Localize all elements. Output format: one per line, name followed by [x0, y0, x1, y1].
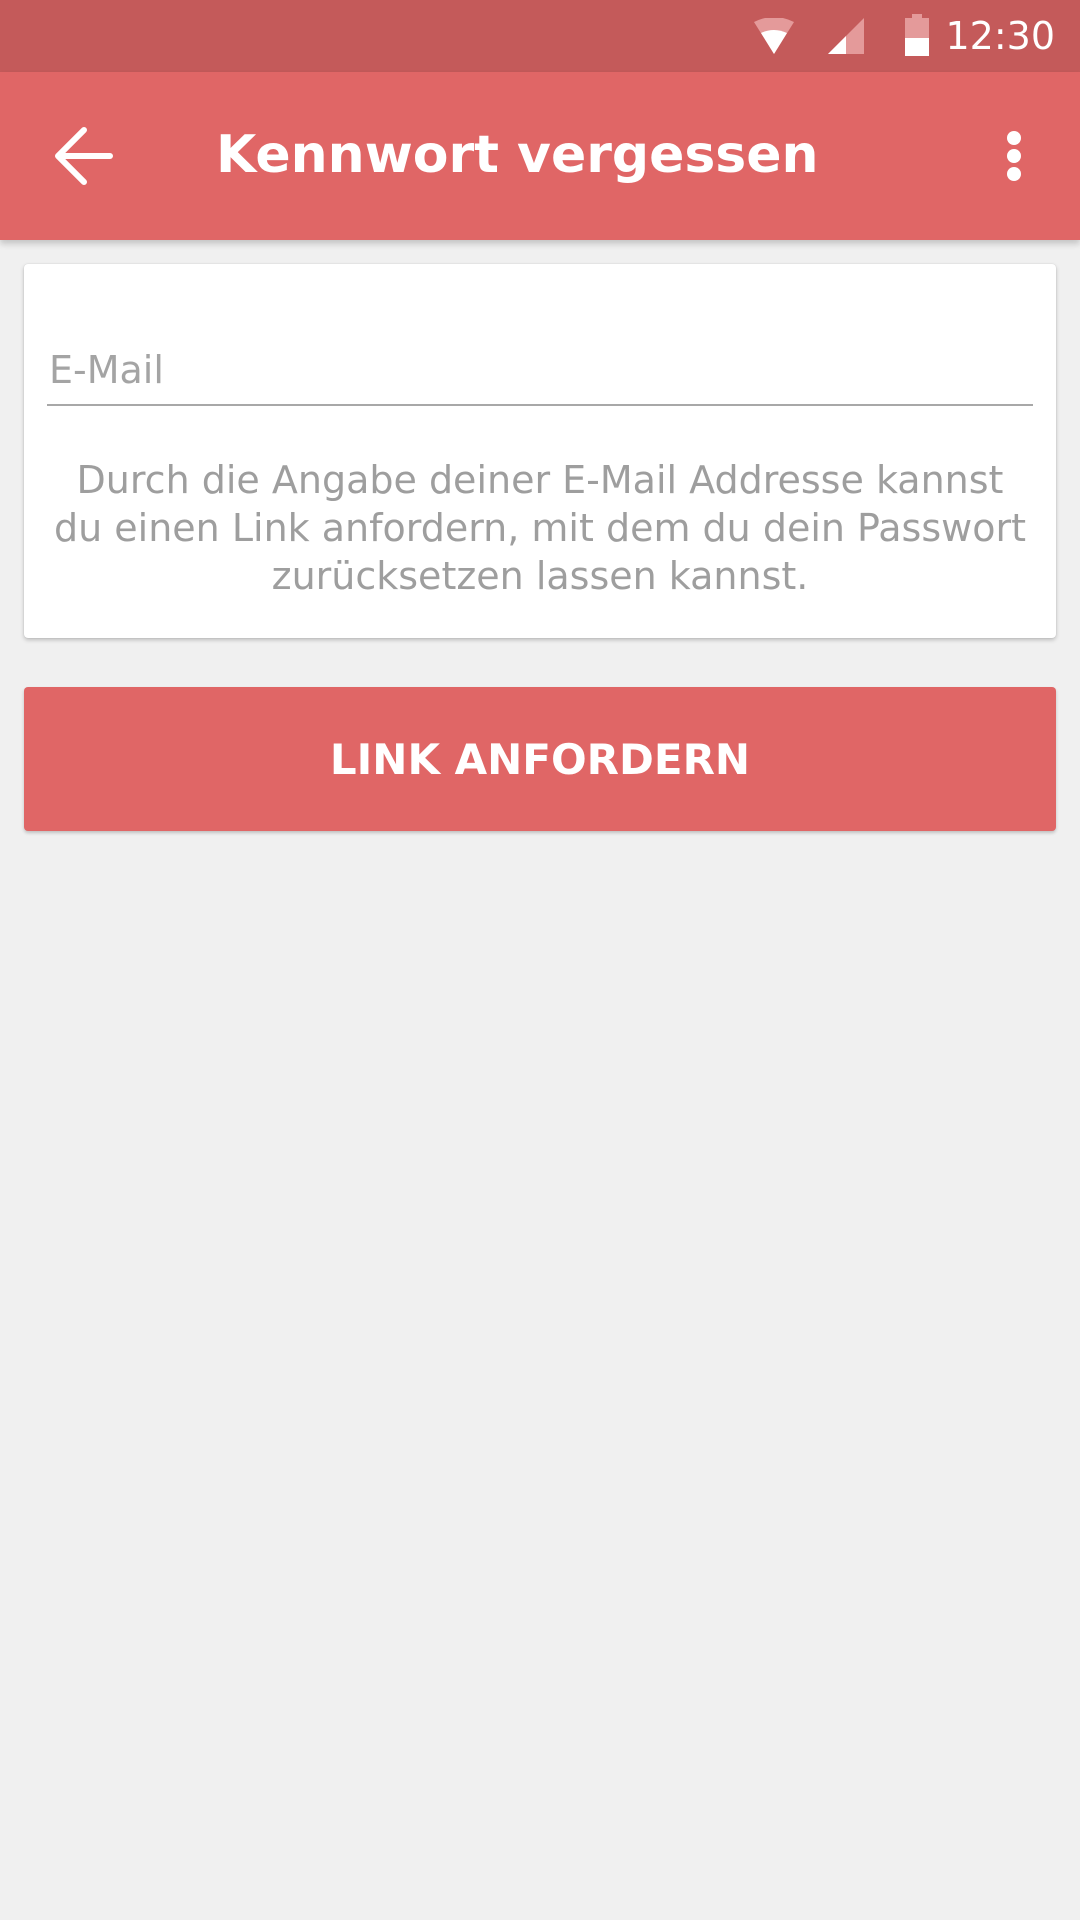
more-vert-icon [1007, 131, 1021, 181]
hint-text: Durch die Angabe deiner E-Mail Addresse … [54, 458, 1026, 598]
cellular-signal-icon [828, 18, 864, 54]
app-bar: Kennwort vergessen [0, 72, 1080, 240]
request-link-button[interactable]: LINK ANFORDERN [24, 687, 1056, 831]
page-title: Kennwort vergessen [216, 125, 819, 185]
email-field[interactable] [47, 336, 1033, 406]
battery-icon [905, 14, 929, 56]
status-time: 12:30 [945, 14, 1055, 58]
wifi-icon [754, 18, 794, 54]
form-card: Durch die Angabe deiner E-Mail Addresse … [24, 264, 1056, 638]
arrow-back-icon [55, 127, 113, 185]
status-bar: 12:30 [0, 0, 1080, 72]
back-button[interactable] [36, 108, 132, 204]
overflow-menu-button[interactable] [948, 108, 1044, 204]
